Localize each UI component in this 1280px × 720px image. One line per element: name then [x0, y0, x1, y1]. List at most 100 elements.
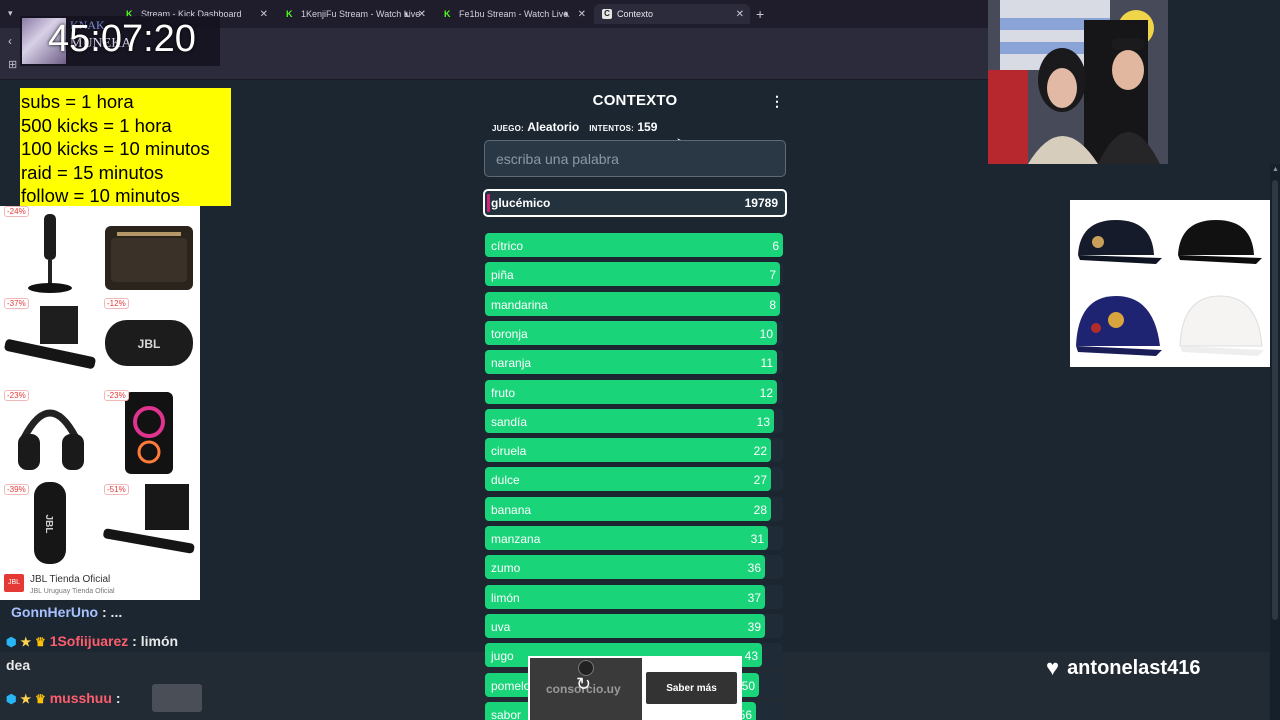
proximity-fill	[485, 409, 774, 433]
close-icon[interactable]: ✕	[578, 9, 586, 20]
rule-line: 500 kicks = 1 hora	[21, 114, 172, 136]
close-icon[interactable]: ✕	[418, 9, 426, 20]
guess-rank: 27	[753, 473, 767, 487]
guess-row: ciruela 22	[485, 438, 783, 462]
badge-icon: ⬢	[6, 635, 17, 649]
chat-emote	[152, 684, 202, 712]
proximity-fill	[485, 262, 780, 286]
contexto-icon: C	[602, 9, 612, 19]
tab-fe1bu-stream[interactable]: K Fe1bu Stream - Watch Live 🔇︎ ✕	[436, 4, 592, 24]
tab-kenjifu-stream[interactable]: K 1KenjiFu Stream - Watch Live 🔇︎ ✕	[278, 4, 432, 24]
attempts-label: INTENTOS:	[589, 124, 635, 133]
guess-rank: 8	[769, 298, 776, 312]
close-icon[interactable]: ✕	[260, 9, 268, 20]
caps-ad-banner[interactable]	[1070, 200, 1270, 367]
chat-username[interactable]: musshuu	[50, 690, 112, 706]
attempts-count: 159	[637, 120, 658, 134]
ad-brand-name: JBL Tienda Oficial	[30, 574, 111, 585]
guess-word: zumo	[491, 561, 521, 575]
proximity-bar	[487, 194, 490, 212]
current-guess: glucémico 19789	[483, 189, 787, 217]
chat-text: : limón	[132, 633, 179, 649]
guess-input[interactable]	[484, 140, 786, 177]
portable-speaker-product-image: JBL	[105, 320, 193, 366]
guess-rank: 43	[744, 649, 758, 663]
guess-word: banana	[491, 503, 532, 517]
proximity-fill	[485, 614, 765, 638]
guess-row: manzana 31	[485, 526, 783, 550]
page-title: CONTEXTO	[592, 92, 678, 109]
crown-icon: ♛	[35, 692, 46, 706]
chat-text: : ...	[102, 604, 123, 620]
chat-text: :	[115, 690, 121, 706]
refresh-icon[interactable]: ↻	[576, 674, 591, 695]
guess-row: banana 28	[485, 497, 783, 521]
chat-username[interactable]: 1Sofiijuarez	[50, 633, 129, 649]
guess-row: mandarina 8	[485, 292, 783, 316]
tab-label: Contexto	[617, 9, 654, 19]
soundbar-product-image	[4, 306, 96, 369]
proximity-fill	[485, 321, 777, 345]
guess-word: cítrico	[491, 239, 524, 253]
guess-word: mandarina	[491, 298, 548, 312]
guess-rank: 22	[753, 444, 767, 458]
more-vertical-icon[interactable]: ⋮	[770, 93, 784, 110]
guess-word: fruto	[491, 386, 516, 400]
guess-word: dulce	[491, 473, 520, 487]
scrollbar-thumb[interactable]	[1272, 180, 1278, 620]
mute-icon[interactable]: 🔇︎	[404, 9, 410, 20]
guess-word: limón	[491, 591, 520, 605]
rule-line: 100 kicks = 10 minutos	[21, 138, 210, 159]
discount-badge: -23%	[104, 390, 129, 401]
webcam-feed	[988, 0, 1168, 164]
mute-icon[interactable]: 🔇︎	[564, 9, 570, 20]
guess-word: piña	[491, 268, 514, 282]
discount-badge: -37%	[4, 298, 29, 309]
star-icon: ★	[20, 635, 32, 649]
microphone-product-image	[28, 214, 72, 293]
guess-row: toronja 10	[485, 321, 783, 345]
tab-contexto[interactable]: C Contexto ✕	[594, 4, 750, 24]
guess-row: fruto 12	[485, 380, 783, 404]
guess-rank: 19789	[744, 196, 778, 210]
proximity-fill	[485, 380, 777, 404]
apps-grid-icon[interactable]: ⊞	[8, 60, 18, 71]
new-tab-icon[interactable]: +	[756, 6, 764, 22]
game-info: JUEGO: Aleatorio INTENTOS: 159	[492, 120, 657, 134]
headphones-product-image	[18, 409, 84, 470]
close-icon[interactable]: ✕	[736, 9, 744, 20]
crown-icon: ♛	[35, 635, 46, 649]
chat-message: ⬢ ★ ♛ 1Sofiijuarez : limón	[6, 633, 178, 649]
chat-message: dea	[6, 657, 30, 673]
svg-text:JBL: JBL	[138, 337, 161, 351]
guess-rank: 12	[759, 386, 773, 400]
discount-badge: -51%	[104, 484, 129, 495]
follower-alert: ♥ antonelast416	[1046, 656, 1200, 680]
guess-rank: 31	[750, 532, 764, 546]
guess-rank: 37	[747, 591, 761, 605]
guess-word: manzana	[491, 532, 541, 546]
speaker-product-image	[105, 226, 193, 290]
back-icon[interactable]: ‹	[8, 34, 12, 48]
discount-badge: -39%	[4, 484, 29, 495]
kick-icon: K	[444, 9, 451, 19]
discount-badge: -23%	[4, 390, 29, 401]
subathon-timer: 45:07:20	[48, 18, 196, 60]
chat-message: ⬢ ★ ♛ musshuu :	[6, 690, 120, 706]
rule-line: follow = 10 minutos	[21, 185, 180, 206]
chat-message: GonnHerUno : ...	[11, 604, 122, 620]
tab-label: Fe1bu Stream - Watch Live	[459, 9, 569, 19]
guess-word: glucémico	[491, 196, 551, 210]
star-icon: ★	[20, 692, 32, 706]
kick-icon: K	[286, 9, 293, 19]
guess-row: dulce 27	[485, 467, 783, 491]
guess-rank: 7	[769, 268, 776, 282]
chevron-down-icon[interactable]: ▾	[8, 8, 13, 19]
guess-row: sandía 13	[485, 409, 783, 433]
chat-username[interactable]: GonnHerUno	[11, 604, 98, 620]
guess-word: naranja	[491, 356, 532, 370]
learn-more-button[interactable]: Saber más	[646, 672, 737, 704]
guess-word: uva	[491, 620, 511, 634]
scroll-up-icon[interactable]: ▲	[1272, 166, 1279, 173]
product-ad-banner[interactable]: JBL JBL -24% -37% -12% -23% -23% -39% -5…	[0, 206, 200, 600]
